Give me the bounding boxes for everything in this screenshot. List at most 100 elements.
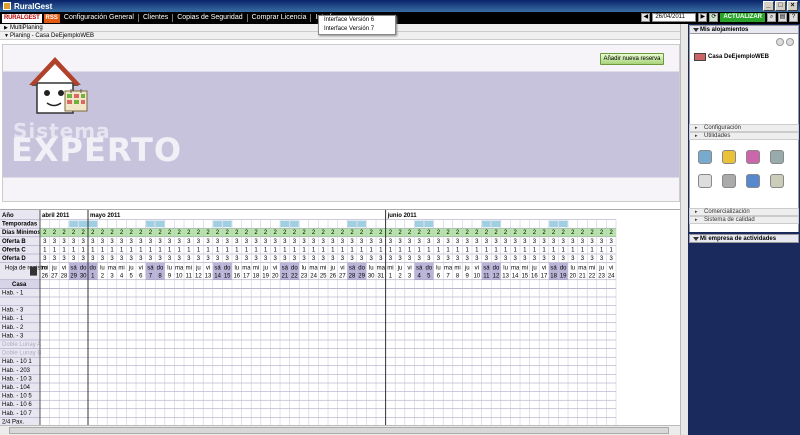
- booking-cell[interactable]: [107, 409, 117, 418]
- booking-cell[interactable]: [98, 357, 108, 366]
- horizontal-scroll-thumb[interactable]: [9, 427, 669, 434]
- booking-cell[interactable]: [136, 417, 146, 425]
- booking-cell[interactable]: [424, 417, 434, 425]
- booking-cell[interactable]: [434, 400, 444, 409]
- booking-cell[interactable]: [376, 366, 386, 375]
- booking-cell[interactable]: [299, 349, 309, 358]
- booking-cell[interactable]: [290, 288, 300, 297]
- booking-cell[interactable]: [539, 331, 549, 340]
- booking-cell[interactable]: [309, 323, 319, 332]
- booking-cell[interactable]: [482, 297, 492, 306]
- booking-cell[interactable]: [107, 392, 117, 401]
- booking-cell[interactable]: [251, 331, 261, 340]
- booking-cell[interactable]: [405, 383, 415, 392]
- booking-cell[interactable]: [146, 323, 156, 332]
- booking-cell[interactable]: [328, 374, 338, 383]
- booking-cell[interactable]: [376, 331, 386, 340]
- booking-cell[interactable]: [194, 306, 204, 315]
- booking-cell[interactable]: [280, 383, 290, 392]
- booking-cell[interactable]: [434, 417, 444, 425]
- booking-cell[interactable]: [357, 340, 367, 349]
- booking-cell[interactable]: [568, 374, 578, 383]
- interface-v7-option[interactable]: Interface Versión 7: [319, 25, 395, 34]
- booking-cell[interactable]: [434, 314, 444, 323]
- booking-cell[interactable]: [146, 400, 156, 409]
- booking-cell[interactable]: [414, 306, 424, 315]
- booking-cell[interactable]: [424, 409, 434, 418]
- booking-cell[interactable]: [558, 306, 568, 315]
- booking-cell[interactable]: [578, 374, 588, 383]
- booking-cell[interactable]: [299, 288, 309, 297]
- booking-cell[interactable]: [587, 323, 597, 332]
- booking-cell[interactable]: [203, 392, 213, 401]
- booking-cell[interactable]: [462, 306, 472, 315]
- booking-cell[interactable]: [184, 349, 194, 358]
- booking-cell[interactable]: [366, 357, 376, 366]
- booking-cell[interactable]: [434, 323, 444, 332]
- booking-cell[interactable]: [520, 400, 530, 409]
- booking-cell[interactable]: [491, 417, 501, 425]
- prev-date-button[interactable]: ◀: [641, 13, 651, 22]
- booking-cell[interactable]: [69, 297, 79, 306]
- booking-cell[interactable]: [251, 340, 261, 349]
- booking-cell[interactable]: [117, 297, 127, 306]
- booking-cell[interactable]: [50, 331, 60, 340]
- booking-cell[interactable]: [40, 400, 50, 409]
- booking-cell[interactable]: [78, 417, 88, 425]
- booking-cell[interactable]: [376, 349, 386, 358]
- booking-cell[interactable]: [472, 340, 482, 349]
- booking-cell[interactable]: [587, 288, 597, 297]
- booking-cell[interactable]: [50, 323, 60, 332]
- booking-cell[interactable]: [376, 288, 386, 297]
- booking-cell[interactable]: [347, 417, 357, 425]
- booking-cell[interactable]: [530, 392, 540, 401]
- booking-cell[interactable]: [578, 400, 588, 409]
- booking-cell[interactable]: [280, 288, 290, 297]
- booking-cell[interactable]: [520, 331, 530, 340]
- booking-cell[interactable]: [155, 288, 165, 297]
- booking-cell[interactable]: [395, 357, 405, 366]
- booking-cell[interactable]: [165, 340, 175, 349]
- booking-cell[interactable]: [136, 297, 146, 306]
- booking-cell[interactable]: [318, 297, 328, 306]
- booking-cell[interactable]: [357, 323, 367, 332]
- booking-cell[interactable]: [510, 366, 520, 375]
- booking-cell[interactable]: [328, 417, 338, 425]
- booking-cell[interactable]: [472, 392, 482, 401]
- booking-cell[interactable]: [107, 357, 117, 366]
- booking-cell[interactable]: [597, 314, 607, 323]
- booking-cell[interactable]: [578, 306, 588, 315]
- booking-cell[interactable]: [78, 383, 88, 392]
- booking-cell[interactable]: [443, 288, 453, 297]
- booking-cell[interactable]: [453, 331, 463, 340]
- booking-cell[interactable]: [510, 357, 520, 366]
- booking-cell[interactable]: [520, 297, 530, 306]
- booking-cell[interactable]: [338, 374, 348, 383]
- booking-cell[interactable]: [222, 409, 232, 418]
- booking-cell[interactable]: [78, 400, 88, 409]
- booking-cell[interactable]: [107, 288, 117, 297]
- booking-cell[interactable]: [539, 349, 549, 358]
- booking-cell[interactable]: [280, 366, 290, 375]
- booking-cell[interactable]: [539, 374, 549, 383]
- booking-cell[interactable]: [539, 340, 549, 349]
- booking-cell[interactable]: [309, 288, 319, 297]
- booking-cell[interactable]: [242, 366, 252, 375]
- booking-cell[interactable]: [98, 288, 108, 297]
- booking-cell[interactable]: [338, 288, 348, 297]
- booking-cell[interactable]: [270, 374, 280, 383]
- booking-cell[interactable]: [213, 331, 223, 340]
- tools-icon[interactable]: [770, 174, 784, 188]
- booking-cell[interactable]: [366, 331, 376, 340]
- booking-cell[interactable]: [386, 297, 396, 306]
- booking-cell[interactable]: [386, 314, 396, 323]
- booking-cell[interactable]: [40, 297, 50, 306]
- booking-cell[interactable]: [568, 383, 578, 392]
- booking-cell[interactable]: [78, 306, 88, 315]
- booking-cell[interactable]: [194, 392, 204, 401]
- booking-cell[interactable]: [530, 297, 540, 306]
- booking-cell[interactable]: [530, 340, 540, 349]
- booking-cell[interactable]: [232, 383, 242, 392]
- booking-cell[interactable]: [232, 392, 242, 401]
- booking-cell[interactable]: [501, 288, 511, 297]
